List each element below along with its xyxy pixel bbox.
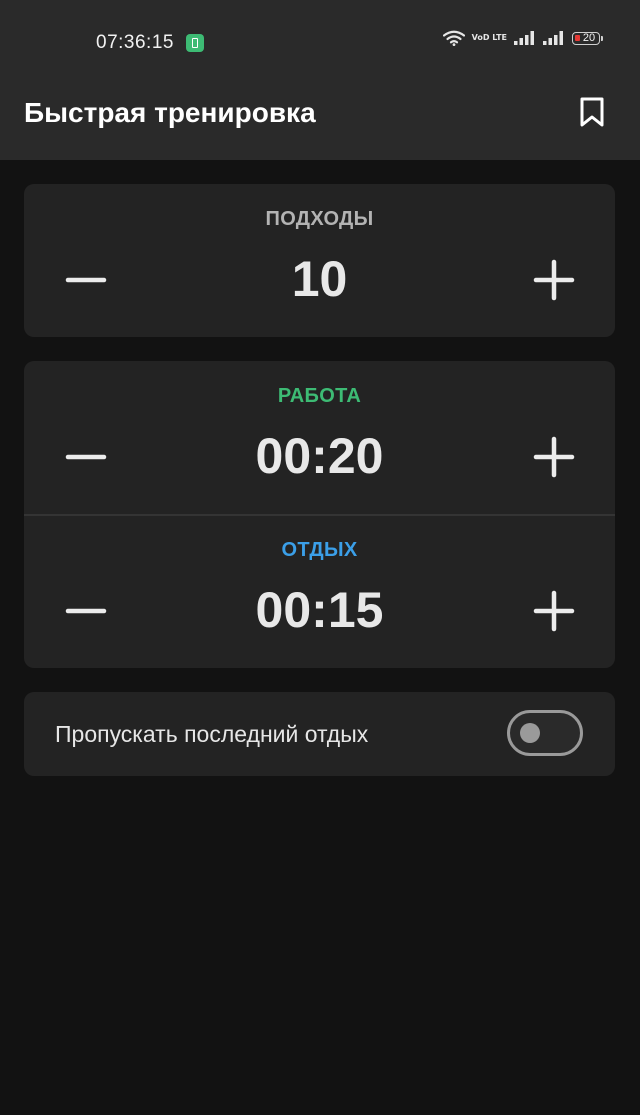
- minus-icon: [65, 608, 107, 614]
- volte-indicator: VoD LTE: [471, 33, 507, 42]
- work-value: 00:20: [255, 428, 384, 484]
- skip-last-rest-toggle[interactable]: [507, 710, 583, 756]
- plus-icon: [533, 259, 575, 301]
- toggle-thumb: [520, 723, 540, 743]
- intervals-card: РАБОТА 00:20 ОТДЫХ 00:15: [24, 361, 615, 668]
- wifi-icon: [442, 30, 465, 46]
- page-title: Быстрая тренировка: [24, 97, 316, 128]
- rest-increment-button[interactable]: [530, 587, 578, 635]
- work-decrement-button[interactable]: [62, 433, 110, 481]
- rest-decrement-button[interactable]: [62, 587, 110, 635]
- plus-icon: [533, 590, 575, 632]
- status-time: 07:36:15: [96, 32, 174, 53]
- minus-icon: [65, 454, 107, 460]
- battery-level: 20: [582, 31, 596, 44]
- app-bar: Быстрая тренировка: [0, 80, 640, 160]
- rest-value: 00:15: [255, 582, 384, 638]
- battery-icon: 20: [572, 31, 603, 45]
- signal-icon: [514, 31, 534, 45]
- bookmark-button[interactable]: [572, 92, 612, 132]
- skip-last-rest-card: Пропускать последний отдых: [24, 692, 615, 776]
- plus-icon: [533, 436, 575, 478]
- rest-label: ОТДЫХ: [281, 539, 358, 561]
- signal-icon: [543, 31, 563, 45]
- rest-stepper: ОТДЫХ 00:15: [24, 515, 615, 668]
- sets-decrement-button[interactable]: [62, 256, 110, 304]
- sets-card: ПОДХОДЫ 10: [24, 184, 615, 337]
- minus-icon: [65, 277, 107, 283]
- app-notification-icon: [186, 34, 204, 52]
- work-stepper: РАБОТА 00:20: [24, 361, 615, 514]
- status-icons: VoD LTE 20: [442, 30, 603, 46]
- work-increment-button[interactable]: [530, 433, 578, 481]
- sets-value: 10: [291, 251, 348, 307]
- sets-stepper: ПОДХОДЫ 10: [24, 184, 615, 337]
- sets-label: ПОДХОДЫ: [265, 208, 374, 230]
- sets-increment-button[interactable]: [530, 256, 578, 304]
- skip-last-rest-label: Пропускать последний отдых: [55, 721, 369, 747]
- work-label: РАБОТА: [277, 385, 362, 407]
- status-bar: 07:36:15 VoD LTE 20: [0, 0, 640, 80]
- bookmark-icon: [580, 97, 604, 127]
